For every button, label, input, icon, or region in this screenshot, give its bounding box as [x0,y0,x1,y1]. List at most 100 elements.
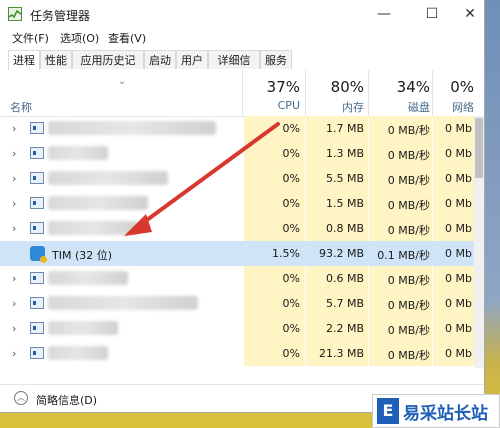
process-window-icon [30,322,44,334]
table-row[interactable]: › 0% 5.5 MB 0 MB/秒 0 Mb [0,166,484,191]
table-row[interactable]: TIM (32 位) 1.5% 93.2 MB 0.1 MB/秒 0 Mb [0,241,484,266]
table-row[interactable]: › 0% 0.8 MB 0 MB/秒 0 Mb [0,216,484,241]
sort-chevron-icon[interactable]: ⌄ [118,76,126,87]
tab-startup[interactable]: 启动 [144,50,176,69]
cpu-cell: 0% [282,122,300,135]
process-window-icon [30,222,44,234]
expand-chevron-icon[interactable]: › [12,172,16,185]
cpu-usage-percent: 37% [266,78,300,96]
process-list: › 0% 1.7 MB 0 MB/秒 0 Mb › 0% 1.3 MB 0 MB/秒 0 Mb › 0… [0,116,484,368]
process-window-icon [30,197,44,209]
close-button[interactable]: ✕ [450,0,484,28]
network-cell: 0 Mb [445,297,472,310]
network-cell: 0 Mb [445,147,472,160]
tab-users[interactable]: 用户 [176,50,208,69]
tim-app-icon [30,246,47,263]
column-separator[interactable] [432,70,433,116]
network-cell: 0 Mb [445,122,472,135]
table-row[interactable]: › 0% 21.3 MB 0 MB/秒 0 Mb [0,341,484,366]
task-manager-app-icon [8,7,22,21]
fewer-details-link[interactable]: 简略信息(D) [36,392,97,408]
tab-bar: 进程 性能 应用历史记录 启动 用户 详细信息 服务 [0,48,484,86]
menu-bar: 文件(F) 选项(O) 查看(V) [0,28,484,48]
blurred-process-name [48,121,216,135]
expand-chevron-icon[interactable]: › [12,122,16,135]
column-separator[interactable] [305,70,306,116]
expand-chevron-icon[interactable]: › [12,297,16,310]
menu-options[interactable]: 选项(O) [60,30,99,46]
tab-details[interactable]: 详细信息 [208,50,260,86]
cpu-cell: 0% [282,322,300,335]
disk-cell: 0 MB/秒 [387,274,430,287]
expand-chevron-icon[interactable]: › [12,222,16,235]
cpu-cell: 0% [282,297,300,310]
cpu-cell: 0% [282,272,300,285]
expand-chevron-icon[interactable]: › [12,272,16,285]
table-row[interactable]: › 0% 1.3 MB 0 MB/秒 0 Mb [0,141,484,166]
tab-processes[interactable]: 进程 [8,50,40,70]
memory-cell: 0.6 MB [325,272,364,285]
disk-cell: 0 MB/秒 [387,199,430,212]
process-window-icon [30,272,44,284]
memory-cell: 1.7 MB [325,122,364,135]
column-name[interactable]: 名称 [10,99,32,115]
maximize-button[interactable]: ☐ [412,0,452,28]
blurred-process-name [48,146,108,160]
process-window-icon [30,172,44,184]
table-row[interactable]: › 0% 1.5 MB 0 MB/秒 0 Mb [0,191,484,216]
disk-cell: 0 MB/秒 [387,324,430,337]
table-row[interactable]: › 0% 5.7 MB 0 MB/秒 0 Mb [0,291,484,316]
menu-file[interactable]: 文件(F) [12,30,49,46]
column-disk[interactable]: 磁盘 [372,99,430,115]
tab-app-history[interactable]: 应用历史记录 [72,50,144,86]
title-bar[interactable]: 任务管理器 — ☐ ✕ [0,0,484,28]
network-usage-percent: 0% [450,78,474,96]
minimize-button[interactable]: — [364,0,404,28]
expand-chevron-icon[interactable]: › [12,347,16,360]
collapse-chevron-icon[interactable]: ︿ [14,391,28,405]
blurred-process-name [48,296,198,310]
tab-services[interactable]: 服务 [260,50,292,69]
column-cpu[interactable]: CPU [244,99,300,112]
memory-cell: 21.3 MB [318,347,364,360]
table-row[interactable]: › 0% 2.2 MB 0 MB/秒 0 Mb [0,316,484,341]
blurred-process-name [48,346,108,360]
column-separator[interactable] [368,70,369,116]
disk-cell: 0 MB/秒 [387,174,430,187]
network-cell: 0 Mb [445,247,472,260]
menu-view[interactable]: 查看(V) [108,30,146,46]
memory-cell: 1.3 MB [325,147,364,160]
site-watermark: E 易采站长站 [372,394,500,428]
tab-performance[interactable]: 性能 [40,50,72,69]
cpu-cell: 0% [282,197,300,210]
scrollbar-thumb[interactable] [475,118,483,178]
table-row[interactable]: › 0% 1.7 MB 0 MB/秒 0 Mb [0,116,484,141]
blurred-process-name [48,171,168,185]
memory-cell: 5.7 MB [325,297,364,310]
watermark-logo-icon: E [377,398,399,424]
memory-cell: 1.5 MB [325,197,364,210]
memory-cell: 5.5 MB [325,172,364,185]
blurred-process-name [48,221,138,235]
process-window-icon [30,297,44,309]
memory-cell: 0.8 MB [325,222,364,235]
memory-cell: 2.2 MB [325,322,364,335]
expand-chevron-icon[interactable]: › [12,147,16,160]
vertical-scrollbar[interactable] [474,116,484,368]
blurred-process-name [48,271,128,285]
process-window-icon [30,347,44,359]
column-network[interactable]: 网络 [432,99,474,115]
column-memory[interactable]: 内存 [306,99,364,115]
expand-chevron-icon[interactable]: › [12,197,16,210]
table-row[interactable]: › 0% 0.6 MB 0 MB/秒 0 Mb [0,266,484,291]
network-cell: 0 Mb [445,172,472,185]
expand-chevron-icon[interactable]: › [12,322,16,335]
minimize-icon: — [377,6,391,22]
column-separator[interactable] [242,70,243,116]
memory-usage-percent: 80% [330,78,364,96]
process-window-icon [30,147,44,159]
disk-cell: 0.1 MB/秒 [377,249,430,262]
network-cell: 0 Mb [445,222,472,235]
cpu-cell: 1.5% [272,247,300,260]
maximize-icon: ☐ [425,6,439,22]
